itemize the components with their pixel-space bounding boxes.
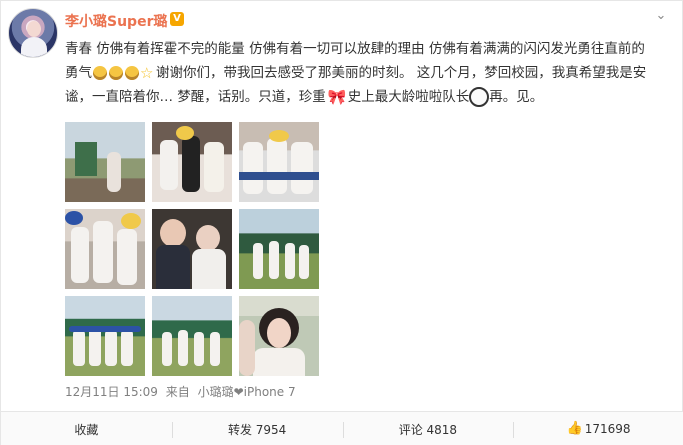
sun-face-emoji-icon [109,66,123,80]
post-line-1: 青春 仿佛有着挥霍不完的能量 仿佛有着一切可以放肆的理由 仿佛有着满满的闪闪发光… [65,41,645,57]
action-bar: 收藏 转发 7954 评论 4818 👍 171698 [1,411,683,445]
avatar[interactable] [8,8,58,58]
source-prefix: 来自 [165,385,190,399]
thumb-up-icon: 👍 [566,421,583,436]
comment-label: 评论 4818 [398,422,458,437]
photo-grid [65,122,325,380]
post-line-3-prefix: 谧，一直陪着你… 梦醒，话别。只道，珍重 [65,89,326,105]
sun-face-emoji-icon [125,66,139,80]
post-timestamp-link[interactable]: 12月11日 15:09 [65,385,158,399]
avatar-figure [21,37,47,57]
favorite-label: 收藏 [74,422,99,437]
post-line-2-suffix: 谢谢你们，带我回去感受了那美丽的时刻。 这几个月，梦回校园，我真希望我是安 [156,65,647,81]
post-meta: 12月11日 15:09 来自 小璐璐❤iPhone 7 [65,383,300,400]
sun-face-emoji-icon [93,66,107,80]
star-emoji-icon: ☆ [140,64,154,82]
verified-badge-icon: V [170,12,184,26]
username-link[interactable]: 李小璐Super璐 [65,11,167,31]
photo-thumbnail[interactable] [65,296,145,376]
weibo-post-card: 李小璐Super璐 V ⌄ 青春 仿佛有着挥霍不完的能量 仿佛有着一切可以放肆的… [0,0,683,445]
avatar-head [27,21,41,37]
photo-thumbnail[interactable] [65,209,145,289]
like-count: 171698 [584,422,631,436]
post-line-3-suffix: 再。见。 [489,89,544,105]
photo-thumbnail[interactable] [152,122,232,202]
chevron-down-icon[interactable]: ⌄ [654,9,668,23]
post-line-3-middle: 史上最大龄啦啦队长 [347,89,470,105]
like-button[interactable]: 👍 171698 [513,412,683,445]
repost-label: 转发 7954 [227,422,287,437]
panda-face-emoji-icon [469,87,490,107]
photo-thumbnail[interactable] [152,209,232,289]
photo-thumbnail[interactable] [239,209,319,289]
post-line-2: 勇气 ☆ 谢谢你们，带我回去感受了那美丽的时刻。 这几个月，梦回校园，我真希望我是安 [65,61,677,85]
favorite-button[interactable]: 收藏 [1,412,172,445]
post-source-link[interactable]: 小璐璐❤iPhone 7 [198,385,296,399]
post-line-3: 谧，一直陪着你… 梦醒，话别。只道，珍重 🎀 史上最大龄啦啦队长 再。见。 [65,85,677,109]
repost-button[interactable]: 转发 7954 [171,412,343,445]
post-text: 青春 仿佛有着挥霍不完的能量 仿佛有着一切可以放肆的理由 仿佛有着满满的闪闪发光… [65,37,677,109]
photo-thumbnail[interactable] [239,122,319,202]
photo-thumbnail[interactable] [239,296,319,376]
photo-thumbnail[interactable] [65,122,145,202]
bow-emoji-icon: 🎀 [327,88,347,106]
photo-thumbnail[interactable] [152,296,232,376]
comment-button[interactable]: 评论 4818 [342,412,514,445]
post-line-2-prefix: 勇气 [65,65,92,81]
